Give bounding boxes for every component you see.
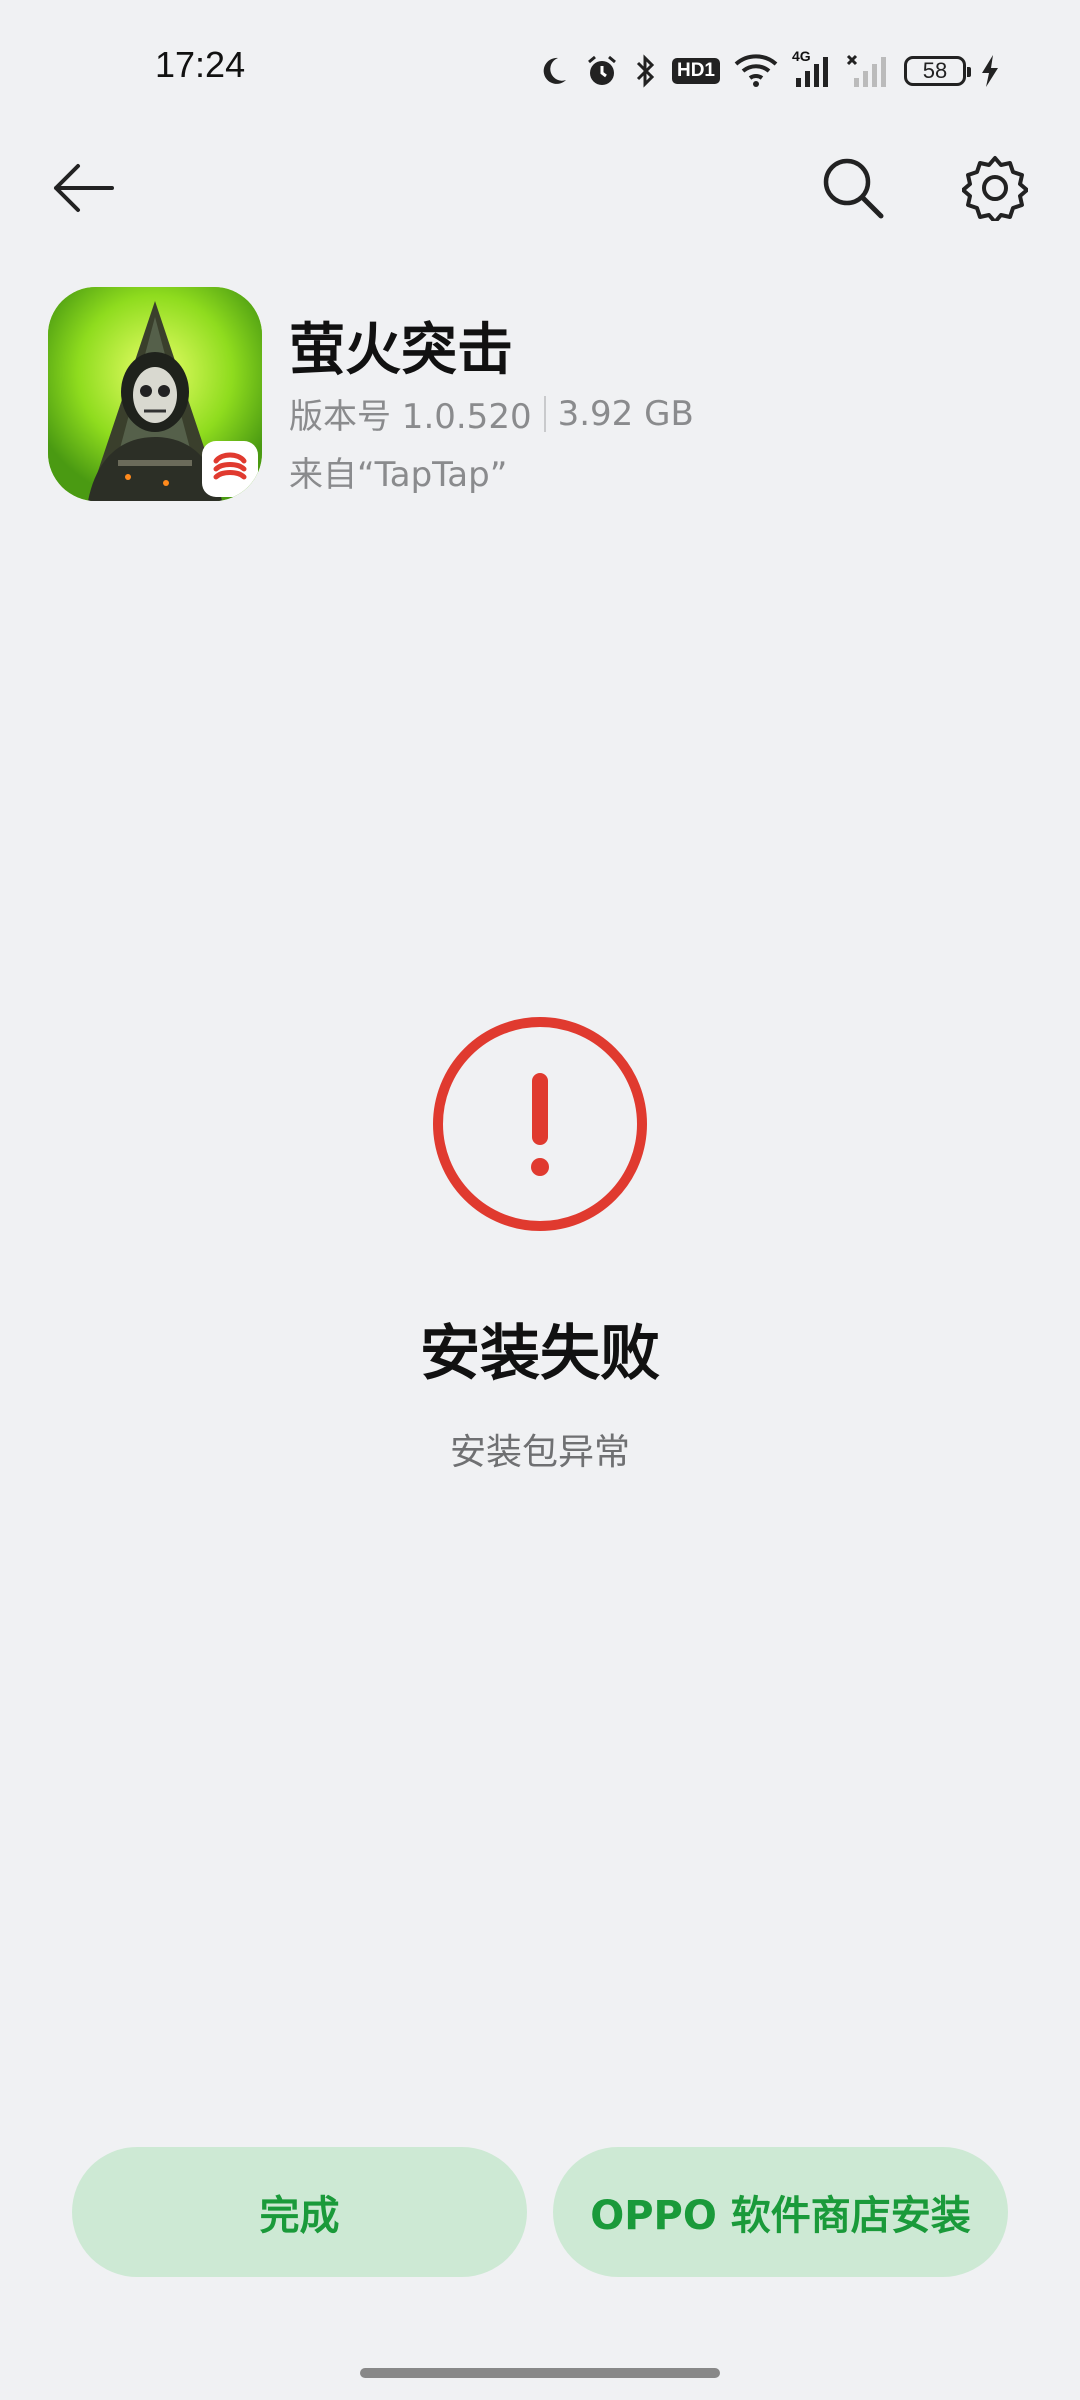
- app-icon: [48, 287, 262, 501]
- status-bar: 17:24 HD1 4G 58: [0, 0, 1080, 140]
- app-meta: 版本号 1.0.520 3.92 GB: [289, 389, 694, 438]
- charging-icon: [980, 54, 1000, 88]
- app-size: 3.92 GB: [557, 393, 694, 434]
- signal-4g-icon: 4G: [792, 48, 832, 88]
- netease-badge-icon: [202, 441, 258, 497]
- moon-icon: [536, 54, 570, 88]
- settings-button[interactable]: [950, 143, 1040, 233]
- app-header: 萤火突击 版本号 1.0.520 3.92 GB 来自“TapTap”: [48, 287, 1048, 507]
- battery-level: 58: [922, 58, 948, 83]
- alarm-icon: [584, 53, 620, 89]
- result-title: 安装失败: [420, 1319, 660, 1389]
- app-version: 版本号 1.0.520: [289, 397, 532, 437]
- network-type-label: 4G: [792, 48, 811, 64]
- app-source: 来自“TapTap”: [289, 455, 508, 495]
- status-icons: HD1 4G 58: [536, 48, 1000, 94]
- gear-icon: [962, 156, 1028, 221]
- hd-icon: HD1: [671, 58, 720, 84]
- signal-no-service-icon: [846, 54, 890, 88]
- wifi-icon: [734, 54, 778, 88]
- install-result: 安装失败 安装包异常: [0, 1015, 1080, 1473]
- search-icon: [823, 158, 884, 219]
- battery-icon: 58: [904, 56, 971, 86]
- search-button[interactable]: [808, 143, 898, 233]
- back-arrow-icon: [54, 164, 114, 212]
- oppo-store-install-button[interactable]: OPPO 软件商店安装: [553, 2147, 1008, 2277]
- meta-divider: [543, 395, 546, 432]
- bluetooth-icon: [634, 53, 658, 89]
- app-name: 萤火突击: [289, 318, 513, 383]
- top-nav: [0, 140, 1080, 250]
- status-time: 17:24: [155, 44, 246, 85]
- home-indicator[interactable]: [360, 2368, 720, 2378]
- done-button[interactable]: 完成: [72, 2147, 527, 2277]
- result-reason: 安装包异常: [449, 1432, 630, 1473]
- back-button[interactable]: [38, 143, 128, 233]
- error-exclamation-icon: [433, 1017, 647, 1231]
